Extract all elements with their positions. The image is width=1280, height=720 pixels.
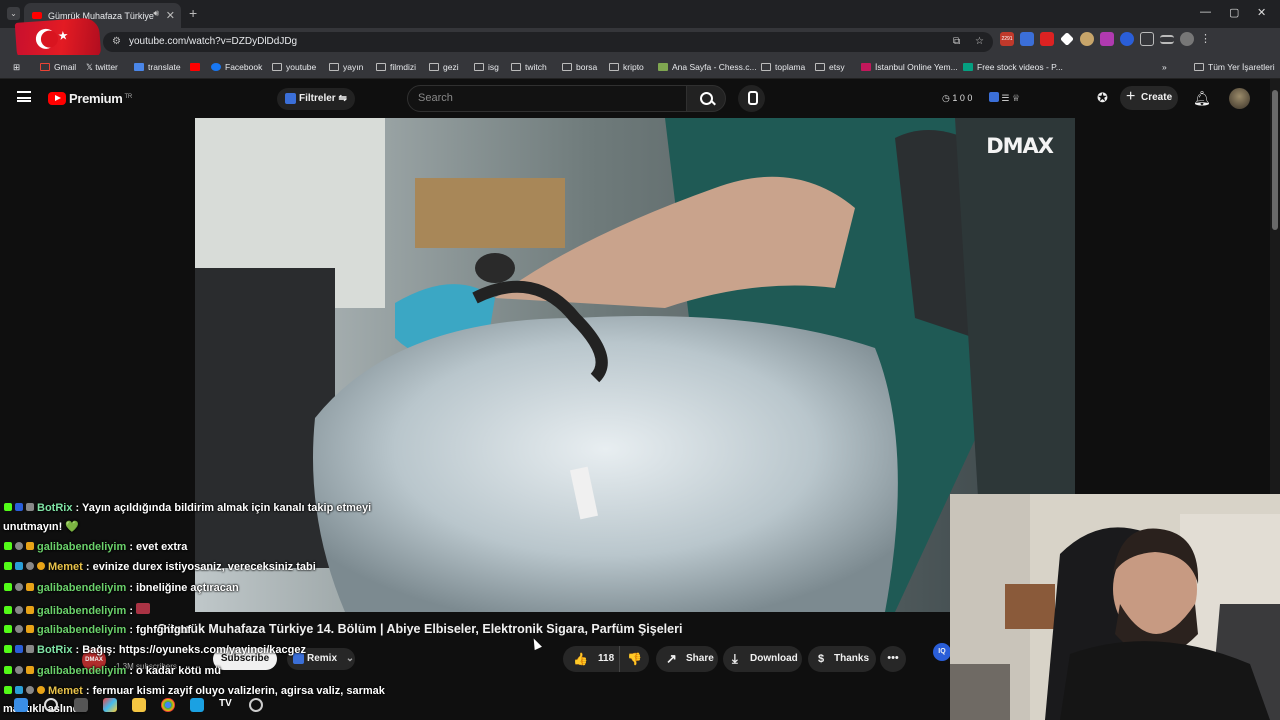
webcam-overlay [950,494,1280,720]
chat-message: galibabendeliyim : [4,603,153,617]
bookmark-folder-gezi[interactable]: gezi [429,62,459,72]
voice-search-icon[interactable] [738,85,765,112]
bookmark-folder-toplama[interactable]: toplama [761,62,805,72]
app-icon[interactable] [249,698,263,712]
extensions-puzzle-icon[interactable] [1140,32,1154,46]
bookmark-folder-isg[interactable]: isg [474,62,499,72]
chrome-icon[interactable] [161,698,175,712]
youtube-header: Premium TR Filtreler ⇋ Search ◷ 1 0 0 ☰ ♕… [0,79,1270,118]
extension-counters[interactable]: ◷ 1 0 0 ☰ ♕ [942,92,1020,104]
chat-message: Memet : evinize durex istiyosaniz, verec… [4,561,316,573]
apps-icon[interactable]: ⊞ [13,62,20,73]
address-bar[interactable]: ⚙︎ youtube.com/watch?v=DZDyDlDdJDg ⧉ ☆ [103,32,993,52]
create-button[interactable]: Create [1120,85,1178,110]
menu-icon[interactable] [17,91,31,102]
youtube-premium-logo[interactable]: Premium TR [69,91,132,106]
extension-icon[interactable] [1080,32,1094,46]
extensions-bar: 2291 ⋮ [1000,32,1211,46]
stream-chat-overlay: BotRix : Yayın açıldığında bildirim alma… [0,500,420,720]
browser-toolbar: ⚙︎ youtube.com/watch?v=DZDyDlDdJDg ⧉ ☆ 2… [0,28,1280,55]
search-input[interactable]: Search [407,85,687,112]
like-dislike-group: 118 [563,646,649,672]
adblock-extension-icon[interactable] [1040,32,1054,46]
bookmark-folder-twitch[interactable]: twitch [511,62,547,72]
diamond-extension-icon[interactable] [1060,32,1074,46]
notifications-bell-icon[interactable]: 🔔︎ [1193,90,1211,107]
bookmark-folder-yayin[interactable]: yayın [329,62,363,72]
like-button[interactable]: 118 [563,646,618,672]
bookmark-folder-filmdizi[interactable]: filmdizi [376,62,416,72]
bookmark-folder-kripto[interactable]: kripto [609,62,644,72]
youtube-favicon-icon [32,12,42,19]
speaker-icon[interactable]: 🔊︎ [153,8,159,19]
bookmark-folder-borsa[interactable]: borsa [562,62,597,72]
thanks-button[interactable]: Thanks [808,646,876,672]
bookmarks-overflow-icon[interactable]: » [1162,62,1167,72]
search-icon[interactable] [44,698,58,712]
translate-extension-icon[interactable] [1020,32,1034,46]
bookmark-folder-etsy[interactable]: etsy [815,62,845,72]
bookmark-twitter[interactable]: 𝕏 twitter [86,62,118,73]
search-button[interactable] [686,85,726,112]
more-actions-button[interactable]: ••• [880,646,906,672]
scrollbar-thumb[interactable] [1272,90,1278,230]
cast-icon[interactable]: ✪ [1097,90,1108,106]
url-text: youtube.com/watch?v=DZDyDlDdJDg [129,36,298,47]
file-explorer-icon[interactable] [132,698,146,712]
start-icon[interactable] [14,698,28,712]
maximize-icon[interactable]: ▢ [1229,6,1239,19]
task-view-icon[interactable] [74,698,88,712]
dislike-button[interactable] [619,646,649,672]
site-info-icon[interactable]: ⚙︎ [112,32,121,52]
new-tab-icon[interactable]: + [189,5,197,21]
bookmark-youtube-icon[interactable] [190,62,204,72]
webcam-feed-image [950,494,1280,720]
bookmark-gmail[interactable]: Gmail [40,62,76,72]
tab-search-icon[interactable]: ⌄ [7,7,20,20]
bookmark-chess[interactable]: Ana Sayfa - Chess.c... [658,62,757,72]
all-bookmarks[interactable]: Tüm Yer İşaretleri [1194,62,1275,72]
chat-message: galibabendeliyim : fghfghfghf [4,624,191,636]
profile-avatar-icon[interactable] [1180,32,1194,46]
bookmark-translate[interactable]: translate [134,62,181,72]
bookmark-istanbul-online[interactable]: İstanbul Online Yem... [861,62,958,72]
bookmark-free-stock-videos[interactable]: Free stock videos - P... [963,62,1063,72]
share-button[interactable]: Share [656,646,718,672]
user-avatar[interactable] [1229,88,1250,109]
mouse-cursor-icon [530,636,542,651]
youtube-logo-icon[interactable] [48,92,66,105]
minimize-icon[interactable]: — [1200,6,1211,18]
dmax-watermark: DMAX [986,134,1054,158]
chat-message: BotRix : Bağış: https://oyuneks.com/yayi… [4,644,306,656]
app-icon[interactable] [190,698,204,712]
extension-icon[interactable] [1120,32,1134,46]
extension-badge-icon[interactable]: 2291 [1000,32,1014,46]
bookmark-facebook[interactable]: Facebook [211,62,262,72]
chat-message: galibabendeliyim : ibneliğine açtıracan [4,582,239,594]
install-app-icon[interactable]: ⧉ [953,32,960,52]
filter-extension-icon [285,93,296,104]
bookmark-star-icon[interactable]: ☆ [975,32,984,52]
tab-search-icon[interactable] [1160,35,1174,44]
extension-icon[interactable] [1100,32,1114,46]
filters-button[interactable]: Filtreler ⇋ [277,88,355,110]
bookmark-folder-youtube[interactable]: youtube [272,62,316,72]
tradingview-icon[interactable]: TV [219,698,233,712]
tab-close-icon[interactable]: ✕ [166,9,175,22]
chat-message: galibabendeliyim : o kadar kötü mü [4,665,221,677]
copilot-icon[interactable] [103,698,117,712]
chat-message: unutmayın! 💚 [3,521,80,533]
browser-menu-icon[interactable]: ⋮ [1200,32,1211,46]
chat-message: galibabendeliyim : evet extra [4,541,187,553]
browser-tab-strip: ⌄ Gümrük Muhafaza Türkiye 🔊︎ ✕ + — ▢ ✕ [0,0,1280,28]
bookmarks-bar: ⊞ Gmail 𝕏 twitter translate Facebook you… [0,55,1280,79]
download-button[interactable]: Download [723,646,802,672]
chat-message: BotRix : Yayın açıldığında bildirim alma… [4,502,371,514]
windows-taskbar: TV [0,694,280,720]
window-close-icon[interactable]: ✕ [1257,6,1266,19]
iq-extension-icon[interactable]: IQ [933,643,951,661]
